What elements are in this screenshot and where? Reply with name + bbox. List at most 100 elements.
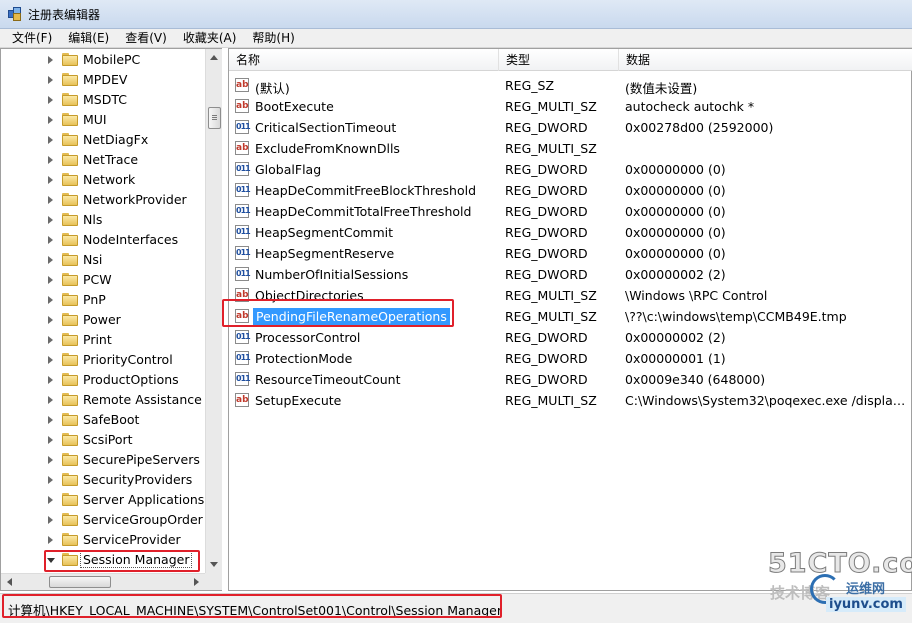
expand-arrow-icon[interactable] — [48, 56, 53, 64]
expand-arrow-icon[interactable] — [48, 76, 53, 84]
value-row[interactable]: 011 NumberOfInitialSessions REG_DWORD 0x000… — [229, 264, 912, 285]
column-header-type[interactable]: 类型 — [499, 49, 619, 71]
tree-list: MobilePC MPDEV MSDTC MUI NetDiagFx NetTrace Ne… — [1, 49, 205, 573]
tree-item-label: PCW — [83, 272, 112, 287]
column-header-data[interactable]: 数据 — [619, 49, 912, 71]
menu-help[interactable]: 帮助(H) — [244, 29, 302, 48]
binary-value-icon: 011 — [235, 225, 251, 239]
expand-arrow-icon[interactable] — [48, 196, 53, 204]
tree-item[interactable]: SecurePipeServers — [1, 450, 205, 470]
expand-arrow-icon[interactable] — [48, 396, 53, 404]
folder-icon — [62, 513, 78, 526]
tree-item-label: ServiceGroupOrder — [83, 512, 203, 527]
value-data: 0x00000000 (0) — [625, 204, 726, 219]
expand-arrow-icon[interactable] — [48, 316, 53, 324]
folder-icon — [62, 273, 78, 286]
value-row[interactable]: 011 HeapDeCommitFreeBlockThreshold REG_DWO… — [229, 180, 912, 201]
scroll-left-arrow-icon[interactable] — [7, 578, 12, 586]
scroll-right-arrow-icon[interactable] — [194, 578, 199, 586]
tree-horizontal-scrollbar[interactable] — [1, 573, 205, 590]
expand-arrow-icon[interactable] — [48, 256, 53, 264]
folder-icon — [62, 313, 78, 326]
expand-arrow-icon[interactable] — [48, 296, 53, 304]
tree-item[interactable]: MUI — [1, 110, 205, 130]
tree-item-label: MPDEV — [83, 72, 128, 87]
expand-arrow-icon[interactable] — [48, 416, 53, 424]
value-row[interactable]: 011 HeapDeCommitTotalFreeThreshold REG_DWO… — [229, 201, 912, 222]
expand-arrow-icon[interactable] — [48, 456, 53, 464]
tree-item[interactable]: SecurityProviders — [1, 470, 205, 490]
expand-arrow-icon[interactable] — [48, 376, 53, 384]
tree-item[interactable]: MobilePC — [1, 50, 205, 70]
expand-arrow-icon[interactable] — [48, 216, 53, 224]
value-row[interactable]: 011 ProcessorControl REG_DWORD 0x00000002 (… — [229, 327, 912, 348]
value-row[interactable]: 011 ResourceTimeoutCount REG_DWORD 0x0009e3… — [229, 369, 912, 390]
scroll-up-arrow-icon[interactable] — [210, 55, 218, 60]
tree-item[interactable]: ProductOptions — [1, 370, 205, 390]
tree-item[interactable]: NetTrace — [1, 150, 205, 170]
expand-arrow-icon[interactable] — [48, 176, 53, 184]
tree-item[interactable]: NetDiagFx — [1, 130, 205, 150]
tree-item[interactable]: Server Applications — [1, 490, 205, 510]
string-value-icon: ab — [235, 78, 249, 92]
tree-item[interactable]: Power — [1, 310, 205, 330]
tree-item[interactable]: SafeBoot — [1, 410, 205, 430]
tree-item[interactable]: MSDTC — [1, 90, 205, 110]
highlight-status-path — [2, 594, 502, 618]
binary-value-icon: 011 — [235, 204, 251, 218]
expand-arrow-icon[interactable] — [48, 516, 53, 524]
value-row[interactable]: ab BootExecute REG_MULTI_SZ autocheck autoc… — [229, 96, 912, 117]
expand-arrow-icon[interactable] — [48, 116, 53, 124]
tree-item[interactable]: NodeInterfaces — [1, 230, 205, 250]
folder-icon — [62, 293, 78, 306]
value-row[interactable]: 011 CriticalSectionTimeout REG_DWORD 0x0027… — [229, 117, 912, 138]
tree-item[interactable]: Print — [1, 330, 205, 350]
tree-hscroll-thumb[interactable] — [49, 576, 111, 588]
expand-arrow-icon[interactable] — [48, 236, 53, 244]
expand-arrow-icon[interactable] — [48, 476, 53, 484]
tree-item[interactable]: PriorityControl — [1, 350, 205, 370]
expand-arrow-icon[interactable] — [48, 136, 53, 144]
value-name: GlobalFlag — [255, 162, 322, 177]
tree-item-label: MSDTC — [83, 92, 127, 107]
tree-item[interactable]: MPDEV — [1, 70, 205, 90]
value-row[interactable]: 011 GlobalFlag REG_DWORD 0x00000000 (0) — [229, 159, 912, 180]
tree-item[interactable]: PnP — [1, 290, 205, 310]
expand-arrow-icon[interactable] — [48, 536, 53, 544]
tree-item[interactable]: ServiceProvider — [1, 530, 205, 550]
tree-item[interactable]: Nsi — [1, 250, 205, 270]
expand-arrow-icon[interactable] — [48, 336, 53, 344]
value-row[interactable]: ab SetupExecute REG_MULTI_SZ C:\Windows\Sys… — [229, 390, 912, 411]
tree-item[interactable]: Network — [1, 170, 205, 190]
tree-item[interactable]: ScsiPort — [1, 430, 205, 450]
value-row[interactable]: 011 HeapSegmentReserve REG_DWORD 0x00000000… — [229, 243, 912, 264]
expand-arrow-icon[interactable] — [48, 436, 53, 444]
value-row[interactable]: ab ExcludeFromKnownDlls REG_MULTI_SZ — [229, 138, 912, 159]
tree-scroll-thumb[interactable] — [208, 107, 221, 129]
menu-view[interactable]: 查看(V) — [117, 29, 175, 48]
value-type: REG_MULTI_SZ — [505, 99, 597, 114]
menu-file[interactable]: 文件(F) — [4, 29, 60, 48]
scroll-down-arrow-icon[interactable] — [210, 562, 218, 567]
tree-item-label: ScsiPort — [83, 432, 133, 447]
value-type: REG_SZ — [505, 78, 555, 93]
expand-arrow-icon[interactable] — [48, 356, 53, 364]
column-header-name[interactable]: 名称 — [229, 49, 499, 71]
menu-favorites[interactable]: 收藏夹(A) — [175, 29, 245, 48]
tree-item[interactable]: NetworkProvider — [1, 190, 205, 210]
tree-item[interactable]: PCW — [1, 270, 205, 290]
value-row[interactable]: 011 HeapSegmentCommit REG_DWORD 0x00000000 … — [229, 222, 912, 243]
expand-arrow-icon[interactable] — [48, 156, 53, 164]
expand-arrow-icon[interactable] — [48, 496, 53, 504]
tree-item[interactable]: Nls — [1, 210, 205, 230]
expand-arrow-icon[interactable] — [48, 276, 53, 284]
value-row[interactable]: ab (默认) REG_SZ (数值未设置) — [229, 75, 912, 96]
tree-item[interactable]: Remote Assistance — [1, 390, 205, 410]
value-row[interactable]: 011 ProtectionMode REG_DWORD 0x00000001 (1) — [229, 348, 912, 369]
tree-item[interactable]: ServiceGroupOrder — [1, 510, 205, 530]
tree-vertical-scrollbar[interactable] — [205, 49, 222, 573]
menu-edit[interactable]: 编辑(E) — [60, 29, 117, 48]
site-watermark: 51CTO.com 技术博客 运维网 iyunv.com — [766, 548, 912, 618]
expand-arrow-icon[interactable] — [48, 96, 53, 104]
value-type: REG_DWORD — [505, 372, 588, 387]
